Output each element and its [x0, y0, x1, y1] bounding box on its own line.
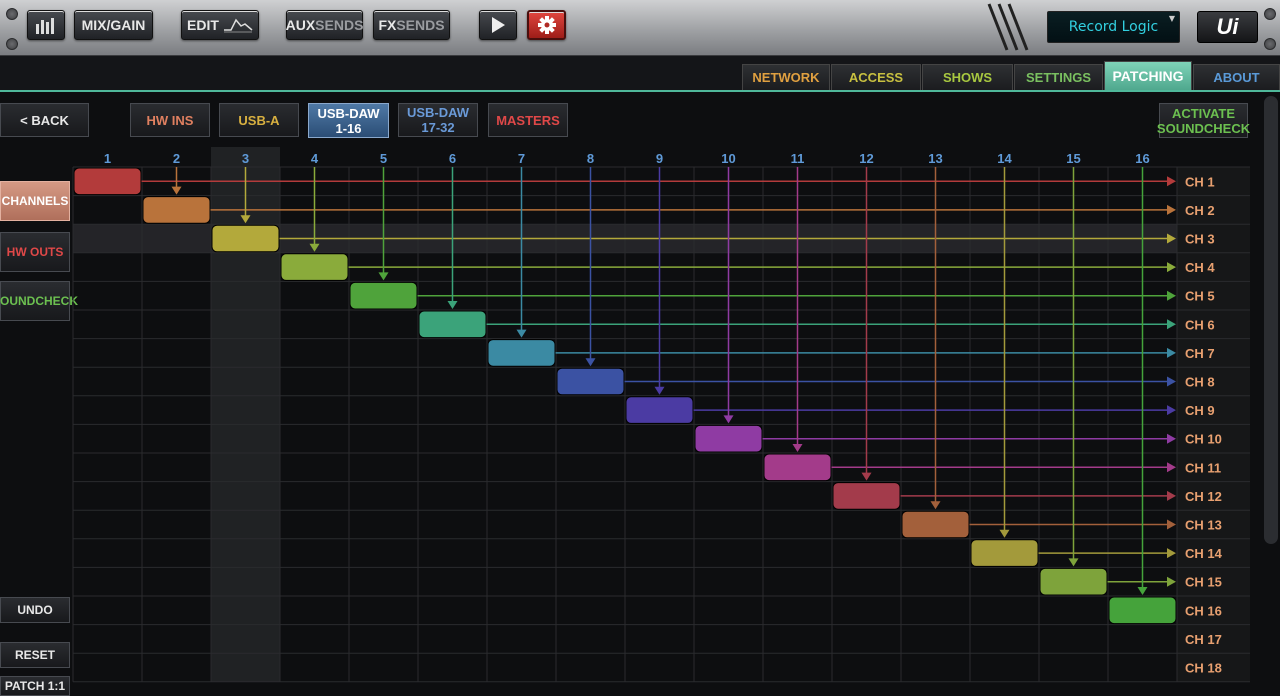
column-header-13[interactable]: 13 — [928, 151, 942, 166]
patch-node[interactable] — [763, 453, 832, 482]
arrow-down-icon — [861, 472, 872, 481]
arrow-right-icon — [1167, 405, 1176, 416]
arrow-down-icon — [654, 386, 665, 395]
arrow-down-icon — [171, 186, 182, 195]
row-label[interactable]: CH 5 — [1185, 289, 1215, 304]
row-label[interactable]: CH 7 — [1185, 346, 1215, 361]
row-label[interactable]: CH 4 — [1185, 260, 1215, 275]
arrow-right-icon — [1167, 319, 1176, 330]
row-label[interactable]: CH 18 — [1185, 661, 1222, 676]
row-label[interactable]: CH 1 — [1185, 174, 1215, 189]
column-header-1[interactable]: 1 — [104, 151, 111, 166]
row-label[interactable]: CH 14 — [1185, 546, 1223, 561]
row-label[interactable]: CH 12 — [1185, 489, 1222, 504]
arrow-down-icon — [1137, 587, 1148, 595]
patch-node[interactable] — [349, 281, 418, 310]
row-label[interactable]: CH 6 — [1185, 317, 1215, 332]
arrow-down-icon — [378, 272, 389, 281]
arrow-right-icon — [1167, 433, 1176, 444]
patch-node[interactable] — [556, 367, 625, 396]
arrow-down-icon — [792, 444, 803, 452]
patch-node[interactable] — [418, 310, 487, 339]
column-header-5[interactable]: 5 — [380, 151, 387, 166]
patch-node[interactable] — [211, 224, 280, 253]
row-label[interactable]: CH 2 — [1185, 203, 1215, 218]
patch-node[interactable] — [970, 539, 1039, 567]
row-label[interactable]: CH 16 — [1185, 603, 1222, 618]
arrow-right-icon — [1167, 462, 1176, 473]
patch-node[interactable] — [832, 482, 901, 510]
patch-node[interactable] — [280, 253, 349, 281]
column-header-3[interactable]: 3 — [242, 151, 249, 166]
arrow-down-icon — [930, 501, 941, 510]
row-label[interactable]: CH 13 — [1185, 518, 1222, 533]
row-label[interactable]: CH 3 — [1185, 232, 1215, 247]
patch-node[interactable] — [487, 339, 556, 367]
column-header-15[interactable]: 15 — [1066, 151, 1080, 166]
row-label[interactable]: CH 8 — [1185, 375, 1215, 390]
patch-node[interactable] — [1039, 567, 1108, 596]
patch-node[interactable] — [694, 424, 763, 453]
row-label[interactable]: CH 9 — [1185, 403, 1215, 418]
patch-node[interactable] — [625, 396, 694, 424]
arrow-right-icon — [1167, 490, 1176, 501]
arrow-right-icon — [1167, 204, 1176, 215]
arrow-right-icon — [1167, 519, 1176, 530]
column-header-7[interactable]: 7 — [518, 151, 525, 166]
patch-matrix[interactable]: 1 2 3 4 5 6 7 8 9 10 11 12 13 14 15 16CH 1CH 2CH 3CH 4C… — [0, 0, 1280, 689]
arrow-right-icon — [1167, 376, 1176, 387]
arrow-down-icon — [447, 301, 458, 309]
column-header-11[interactable]: 11 — [791, 151, 805, 166]
row-label[interactable]: CH 10 — [1185, 432, 1222, 447]
row-label[interactable]: CH 17 — [1185, 632, 1222, 647]
column-header-2[interactable]: 2 — [173, 151, 180, 166]
arrow-right-icon — [1167, 347, 1176, 358]
arrow-right-icon — [1167, 548, 1176, 559]
arrow-right-icon — [1167, 290, 1176, 301]
patch-node[interactable] — [1108, 596, 1177, 625]
column-header-9[interactable]: 9 — [656, 151, 663, 166]
column-header-14[interactable]: 14 — [997, 151, 1012, 166]
patch-node[interactable] — [901, 510, 970, 539]
column-header-4[interactable]: 4 — [311, 151, 319, 166]
arrow-right-icon — [1167, 576, 1176, 587]
arrow-right-icon — [1167, 262, 1176, 273]
row-label[interactable]: CH 11 — [1185, 460, 1221, 475]
column-header-10[interactable]: 10 — [721, 151, 735, 166]
scrollbar[interactable] — [1264, 96, 1278, 544]
arrow-down-icon — [1068, 558, 1079, 567]
arrow-down-icon — [723, 415, 734, 424]
row-label[interactable]: CH 15 — [1185, 575, 1222, 590]
column-header-6[interactable]: 6 — [449, 151, 456, 166]
arrow-down-icon — [585, 358, 596, 367]
patch-node[interactable] — [73, 167, 142, 196]
column-header-8[interactable]: 8 — [587, 151, 594, 166]
arrow-down-icon — [516, 329, 527, 338]
column-header-16[interactable]: 16 — [1135, 151, 1149, 166]
arrow-down-icon — [999, 529, 1010, 538]
patch-node[interactable] — [142, 196, 211, 224]
arrow-right-icon — [1167, 176, 1176, 187]
column-header-12[interactable]: 12 — [859, 151, 873, 166]
